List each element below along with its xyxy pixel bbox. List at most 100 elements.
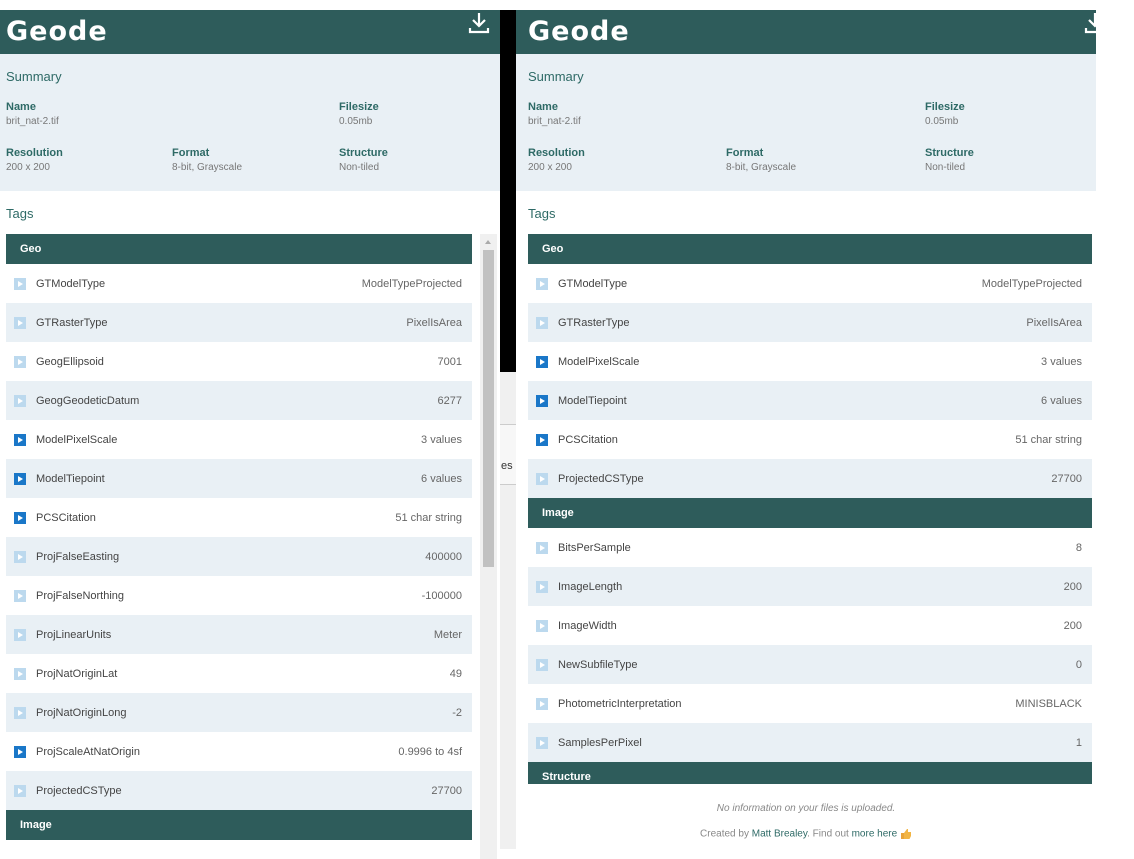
summary-title: Summary: [6, 69, 62, 84]
tag-value: 6277: [437, 394, 462, 407]
tag-row[interactable]: ModelPixelScale 3 values: [6, 420, 472, 459]
tag-name: ProjNatOriginLat: [36, 667, 118, 680]
name-field: Name brit_nat-2.tif: [528, 101, 581, 127]
expand-arrow-icon: [536, 541, 548, 554]
expand-arrow-icon[interactable]: [14, 472, 26, 485]
tag-name: GTRasterType: [36, 316, 108, 329]
expand-arrow-icon: [14, 784, 26, 797]
tag-row: ProjNatOriginLat 49: [6, 654, 472, 693]
tag-value: 0: [1075, 658, 1082, 671]
tag-value: Meter: [433, 628, 462, 641]
tag-value: ModelTypeProjected: [361, 277, 462, 290]
tag-row: GTModelType ModelTypeProjected: [6, 264, 472, 303]
tag-row: SamplesPerPixel 1: [528, 723, 1092, 762]
expand-arrow-icon: [536, 619, 548, 632]
window-gap: [500, 10, 516, 372]
format-value: 8-bit, Grayscale: [726, 162, 797, 173]
expand-arrow-icon: [14, 277, 26, 290]
tags-title: Tags: [528, 206, 556, 221]
credit-middle: . Find out: [807, 828, 852, 840]
resolution-field: Resolution 200 x 200: [6, 147, 63, 173]
scrollbar[interactable]: [480, 234, 497, 859]
tag-row: PhotometricInterpretation MINISBLACK: [528, 684, 1092, 723]
resolution-label: Resolution: [528, 147, 585, 159]
tag-value: 27700: [1051, 472, 1082, 485]
tag-name: GTModelType: [558, 277, 628, 290]
tag-value: MINISBLACK: [1015, 697, 1082, 710]
tags-list: Geo GTModelType ModelTypeProjected GTRaster…: [6, 234, 472, 859]
filesize-label: Filesize: [339, 101, 379, 113]
background-text-fragment: es: [501, 460, 513, 472]
expand-arrow-icon: [14, 667, 26, 680]
tag-row: GeogGeodeticDatum 6277: [6, 381, 472, 420]
tag-row[interactable]: PCSCitation 51 char string: [528, 420, 1092, 459]
name-label: Name: [6, 101, 36, 113]
author-link[interactable]: Matt Brealey: [752, 829, 807, 840]
structure-field: Structure Non-tiled: [925, 147, 974, 173]
thumbs-up-icon: [900, 829, 911, 839]
background-tab: [500, 424, 516, 456]
tag-name: GTModelType: [36, 277, 106, 290]
tag-name: ModelTiepoint: [558, 394, 627, 407]
scrollbar-thumb[interactable]: [483, 250, 494, 567]
tags-title: Tags: [6, 206, 34, 221]
tag-row[interactable]: PCSCitation 51 char string: [6, 498, 472, 537]
expand-arrow-icon[interactable]: [536, 394, 548, 407]
tag-row: ImageLength 200: [528, 567, 1092, 606]
download-icon[interactable]: [466, 10, 492, 36]
tag-value: 6 values: [1041, 394, 1082, 407]
format-value: 8-bit, Grayscale: [172, 162, 243, 173]
tag-name: ModelTiepoint: [36, 472, 105, 485]
tag-row: NewSubfileType 0: [528, 645, 1092, 684]
app-header: Geode: [0, 10, 500, 54]
tag-value: 200: [1063, 619, 1082, 632]
tag-value: 7001: [437, 355, 462, 368]
filesize-field: Filesize 0.05mb: [339, 101, 379, 127]
resolution-field: Resolution 200 x 200: [528, 147, 585, 173]
expand-arrow-icon: [14, 550, 26, 563]
more-here-link[interactable]: more here: [852, 829, 898, 840]
name-value: brit_nat-2.tif: [528, 116, 581, 127]
expand-arrow-icon: [536, 697, 548, 710]
expand-arrow-icon: [536, 277, 548, 290]
tag-row[interactable]: ModelTiepoint 6 values: [6, 459, 472, 498]
tag-value: 49: [449, 667, 462, 680]
expand-arrow-icon[interactable]: [536, 433, 548, 446]
download-icon[interactable]: [1082, 10, 1096, 36]
background-window-edge: es: [500, 372, 516, 849]
footer: No information on your files is uploaded…: [516, 803, 1096, 840]
tag-row[interactable]: ModelTiepoint 6 values: [528, 381, 1092, 420]
tag-name: NewSubfileType: [558, 658, 638, 671]
tag-name: ImageWidth: [558, 619, 617, 632]
credit-line: Created by Matt Brealey. Find out more h…: [516, 828, 1096, 840]
tag-row[interactable]: ModelPixelScale 3 values: [528, 342, 1092, 381]
tag-name: ModelPixelScale: [36, 433, 118, 446]
section-header-image[interactable]: Image: [6, 810, 472, 840]
expand-arrow-icon: [14, 394, 26, 407]
summary-section: Summary Name brit_nat-2.tif Filesize 0.0…: [0, 54, 500, 191]
tag-row: ProjLinearUnits Meter: [6, 615, 472, 654]
expand-arrow-icon[interactable]: [14, 433, 26, 446]
expand-arrow-icon: [536, 580, 548, 593]
expand-arrow-icon[interactable]: [14, 511, 26, 524]
expand-arrow-icon[interactable]: [536, 355, 548, 368]
tag-value: 3 values: [1041, 355, 1082, 368]
expand-arrow-icon: [14, 355, 26, 368]
resolution-value: 200 x 200: [6, 162, 50, 173]
tag-value: 3 values: [421, 433, 462, 446]
tag-row[interactable]: ProjScaleAtNatOrigin 0.9996 to 4sf: [6, 732, 472, 771]
section-header-structure[interactable]: Structure: [528, 762, 1092, 784]
section-header-image[interactable]: Image: [528, 498, 1092, 528]
expand-arrow-icon[interactable]: [14, 745, 26, 758]
expand-arrow-icon: [14, 316, 26, 329]
tag-name: ProjectedCSType: [558, 472, 644, 485]
section-header-geo[interactable]: Geo: [528, 234, 1092, 264]
section-header-geo[interactable]: Geo: [6, 234, 472, 264]
tag-value: 1: [1075, 736, 1082, 749]
name-field: Name brit_nat-2.tif: [6, 101, 59, 127]
tag-row: GTModelType ModelTypeProjected: [528, 264, 1092, 303]
app-header: Geode: [516, 10, 1096, 54]
tag-value: PixelIsArea: [406, 316, 462, 329]
tag-name: GeogEllipsoid: [36, 355, 104, 368]
scroll-up-arrow-icon[interactable]: [485, 240, 491, 244]
